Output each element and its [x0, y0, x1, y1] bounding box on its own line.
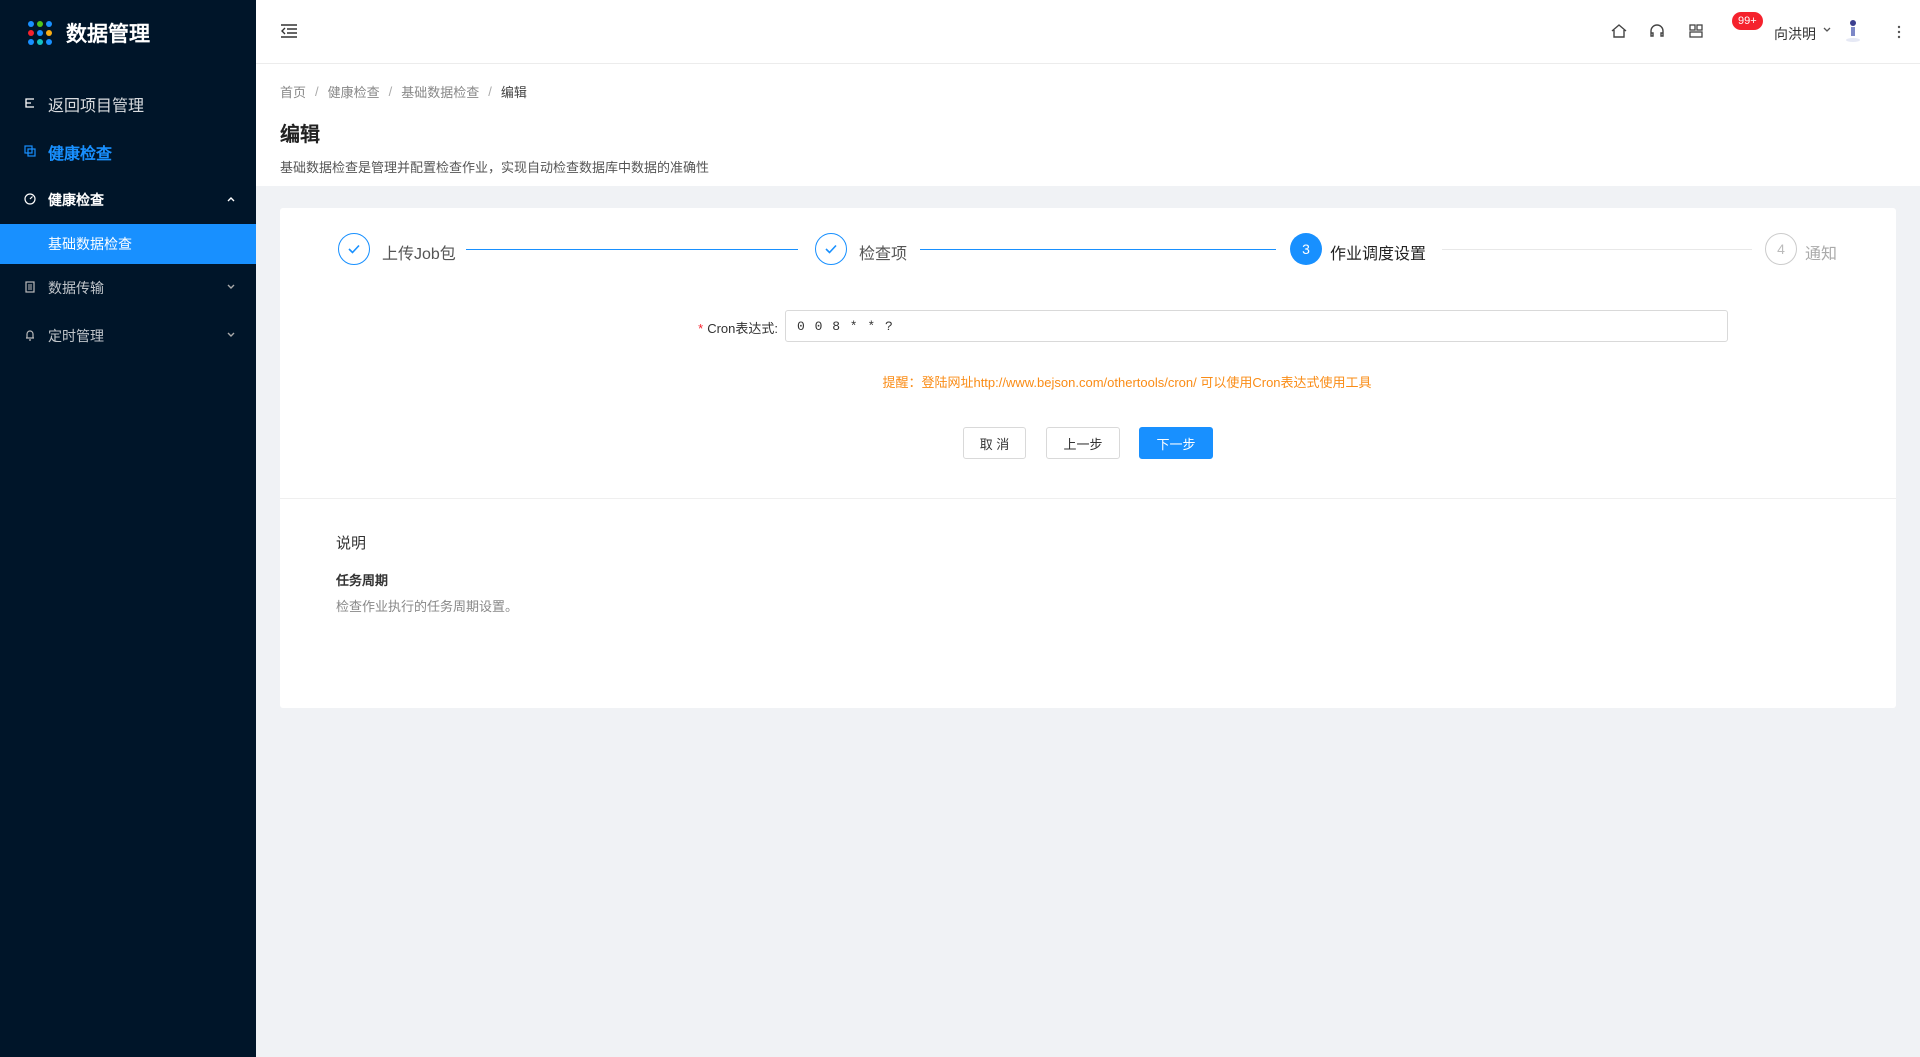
sidebar-item-schedule[interactable]: 定时管理: [0, 312, 256, 360]
logo-dot: [28, 21, 34, 27]
step-3-number: 3: [1290, 233, 1322, 265]
top-header: 99+ 向洪明: [256, 0, 1920, 64]
cron-label: * Cron表达式:: [698, 321, 778, 336]
chevron-down-icon: [226, 282, 236, 295]
user-name[interactable]: 向洪明: [1774, 24, 1816, 44]
explain-text: 检查作业执行的任务周期设置。: [336, 599, 519, 614]
section-label: 健康检查: [48, 146, 113, 163]
breadcrumb-item-home[interactable]: 首页: [280, 82, 306, 101]
explain-title: 说明: [336, 535, 367, 552]
return-icon: [24, 97, 38, 112]
sidebar-item-label: 定时管理: [48, 328, 104, 344]
cron-form-row: * Cron表达式:: [280, 310, 1896, 342]
steps: 上传Job包 检查项 3 作业调度设置 4 通知: [338, 233, 1838, 267]
headset-icon[interactable]: [1648, 22, 1668, 42]
prev-step-button[interactable]: 上一步: [1046, 427, 1120, 459]
step-connector: [920, 249, 1276, 250]
cron-tip: 提醒：登陆网址http://www.bejson.com/othertools/…: [882, 375, 1372, 390]
logo-dot: [37, 39, 43, 45]
breadcrumb-item-edit: 编辑: [500, 85, 527, 100]
chevron-down-icon: [226, 330, 236, 343]
home-icon[interactable]: [1610, 22, 1630, 42]
step-2-check-icon: [815, 233, 847, 265]
logo-dot: [37, 21, 43, 27]
step-connector: [466, 249, 798, 250]
step-connector: [1442, 249, 1752, 250]
breadcrumb-item-health-check[interactable]: 健康检查: [328, 82, 380, 101]
copy-icon: [24, 144, 38, 160]
logo-dot: [46, 39, 52, 45]
sidebar-item-data-transfer[interactable]: 数据传输: [0, 264, 256, 312]
bell-icon: [24, 329, 38, 344]
avatar[interactable]: [1843, 18, 1863, 44]
step-1-label: 上传Job包: [382, 246, 456, 263]
back-to-projects-link[interactable]: 返回项目管理: [0, 80, 256, 128]
database-icon: [24, 280, 38, 296]
logo-dot: [37, 30, 43, 36]
chevron-down-icon[interactable]: [1822, 25, 1832, 38]
step-3-label: 作业调度设置: [1330, 246, 1427, 263]
logo-dot: [46, 30, 52, 36]
divider: [280, 498, 1896, 499]
step-2-label: 检查项: [859, 246, 908, 263]
layout-grid-icon[interactable]: [1687, 22, 1707, 42]
cron-input[interactable]: [785, 310, 1728, 342]
chevron-up-icon: [226, 194, 236, 207]
page-title: 编辑: [280, 124, 320, 146]
sidebar-item-label: 数据传输: [48, 280, 104, 296]
dashboard-icon: [24, 192, 38, 208]
notification-badge: 99+: [1732, 12, 1763, 30]
sidebar-subitem-basic-data-check[interactable]: 基础数据检查: [0, 224, 256, 264]
more-vertical-icon[interactable]: [1896, 22, 1902, 42]
cancel-button[interactable]: 取 消: [963, 427, 1026, 459]
wizard-card: 上传Job包 检查项 3 作业调度设置 4 通知 *Cron表达式: 提醒：登陆…: [280, 208, 1896, 708]
step-1-check-icon: [338, 233, 370, 265]
back-label: 返回项目管理: [48, 98, 145, 115]
logo-dot: [46, 21, 52, 27]
page-header: 首页 / 健康检查 / 基础数据检查 / 编辑 编辑 基础数据检查是管理并配置检…: [256, 64, 1920, 186]
breadcrumb-separator: /: [315, 84, 319, 99]
page-description: 基础数据检查是管理并配置检查作业，实现自动检查数据库中数据的准确性: [280, 160, 710, 175]
logo-dot: [28, 30, 34, 36]
explain-subtitle: 任务周期: [336, 573, 389, 588]
breadcrumb-separator: /: [388, 84, 393, 99]
breadcrumb: 首页 / 健康检查 / 基础数据检查 / 编辑: [280, 82, 1896, 101]
apps-grid-icon: [28, 21, 52, 45]
logo-dot: [28, 39, 34, 45]
app-title: 数据管理: [66, 23, 150, 46]
step-4-label: 通知: [1805, 246, 1838, 263]
sidebar-item-health-check[interactable]: 健康检查: [0, 176, 256, 224]
next-step-button[interactable]: 下一步: [1139, 427, 1213, 459]
required-mark: *: [698, 321, 704, 336]
breadcrumb-item-basic-data-check[interactable]: 基础数据检查: [401, 82, 479, 101]
sidebar-item-label: 健康检查: [48, 192, 104, 208]
app-logo[interactable]: 数据管理: [0, 0, 256, 66]
breadcrumb-separator: /: [488, 84, 492, 99]
step-4-number: 4: [1765, 233, 1797, 265]
sidebar: 数据管理 返回项目管理 健康检查 健康检查 基础数据检查 数据传输 定时管理: [0, 0, 256, 1057]
section-health-check: 健康检查: [0, 128, 256, 176]
menu-fold-icon[interactable]: [280, 22, 298, 40]
